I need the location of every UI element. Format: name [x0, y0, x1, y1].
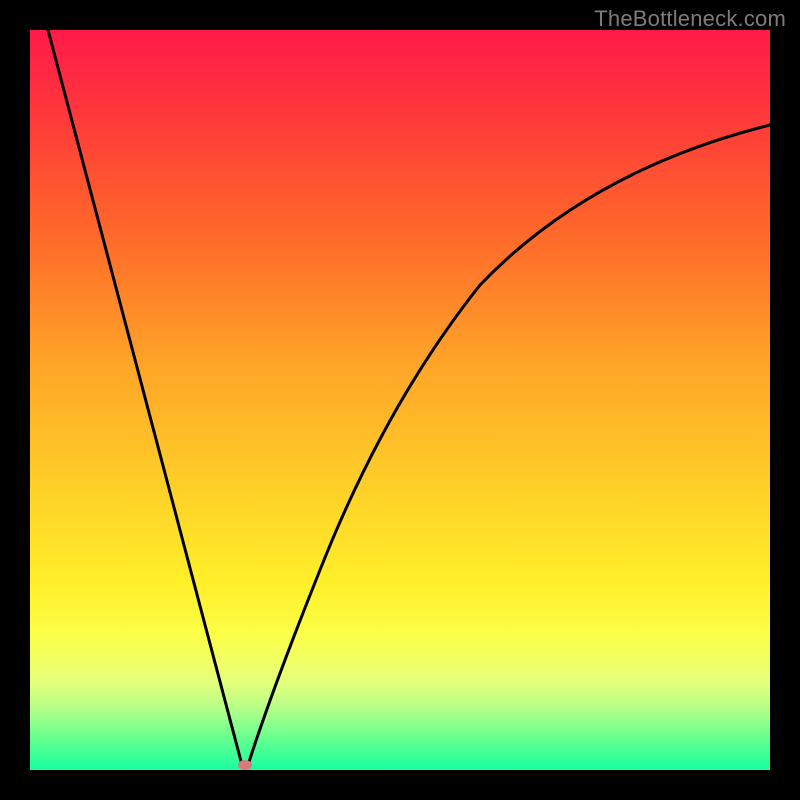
minimum-marker [238, 760, 252, 770]
plot-area [30, 30, 770, 770]
watermark-text: TheBottleneck.com [594, 6, 786, 32]
chart-frame: TheBottleneck.com [0, 0, 800, 800]
bottleneck-curve [30, 30, 770, 770]
